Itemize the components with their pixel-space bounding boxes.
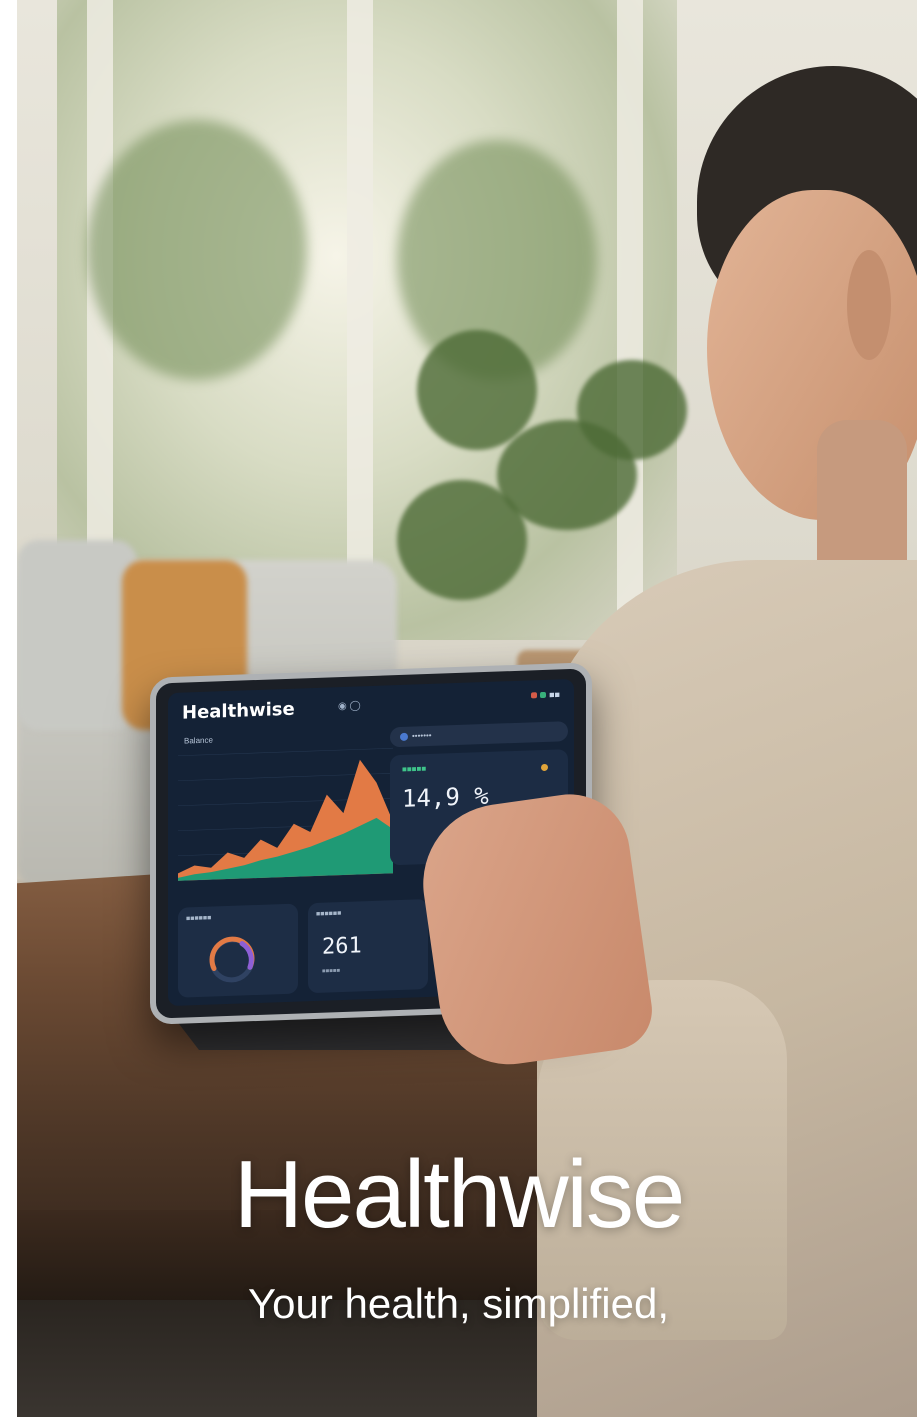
plant-leaf: [417, 330, 537, 450]
chart-card[interactable]: Balance: [178, 725, 393, 893]
brand-title: Healthwise: [233, 1141, 686, 1248]
area-chart: [178, 747, 393, 882]
person-ear: [847, 250, 891, 360]
tile-title: ■■■■■■: [186, 914, 212, 923]
tagline: Your health, simplified,: [247, 1280, 670, 1327]
outdoor-foliage: [87, 120, 307, 380]
status-icon: [540, 691, 547, 699]
header-icons: ◉ ◯: [338, 700, 361, 713]
sofa-cushion: [17, 540, 137, 730]
tile-value: 261: [322, 933, 362, 960]
gauge-icon: [209, 936, 255, 983]
gauge-tile[interactable]: ■■■■■■: [178, 903, 298, 998]
stat-tile[interactable]: ■■■■■■ 261 ■■■■■: [308, 899, 428, 994]
tile-subtitle: ■■■■■: [322, 968, 341, 975]
person-hand: [412, 786, 658, 1074]
plant-leaf: [397, 480, 527, 600]
tile-title: ■■■■■■: [316, 910, 342, 918]
alert-icon: [541, 763, 548, 772]
grid-line: [178, 747, 393, 757]
user-icon: [400, 732, 408, 741]
plant-leaf: [577, 360, 687, 460]
status-icon: [531, 692, 538, 699]
metric-label: ■■■■■: [402, 764, 427, 774]
search-pill[interactable]: •••••••: [390, 721, 568, 748]
window-frame: [617, 0, 643, 620]
poster: Healthwise ◉ ◯ ■■ Balance ••••••• ■■■■■ …: [0, 0, 917, 1417]
status-bar: ■■: [531, 689, 560, 700]
app-logo: Healthwise: [182, 698, 295, 724]
chart-label: Balance: [184, 735, 213, 746]
window-frame: [347, 0, 373, 620]
